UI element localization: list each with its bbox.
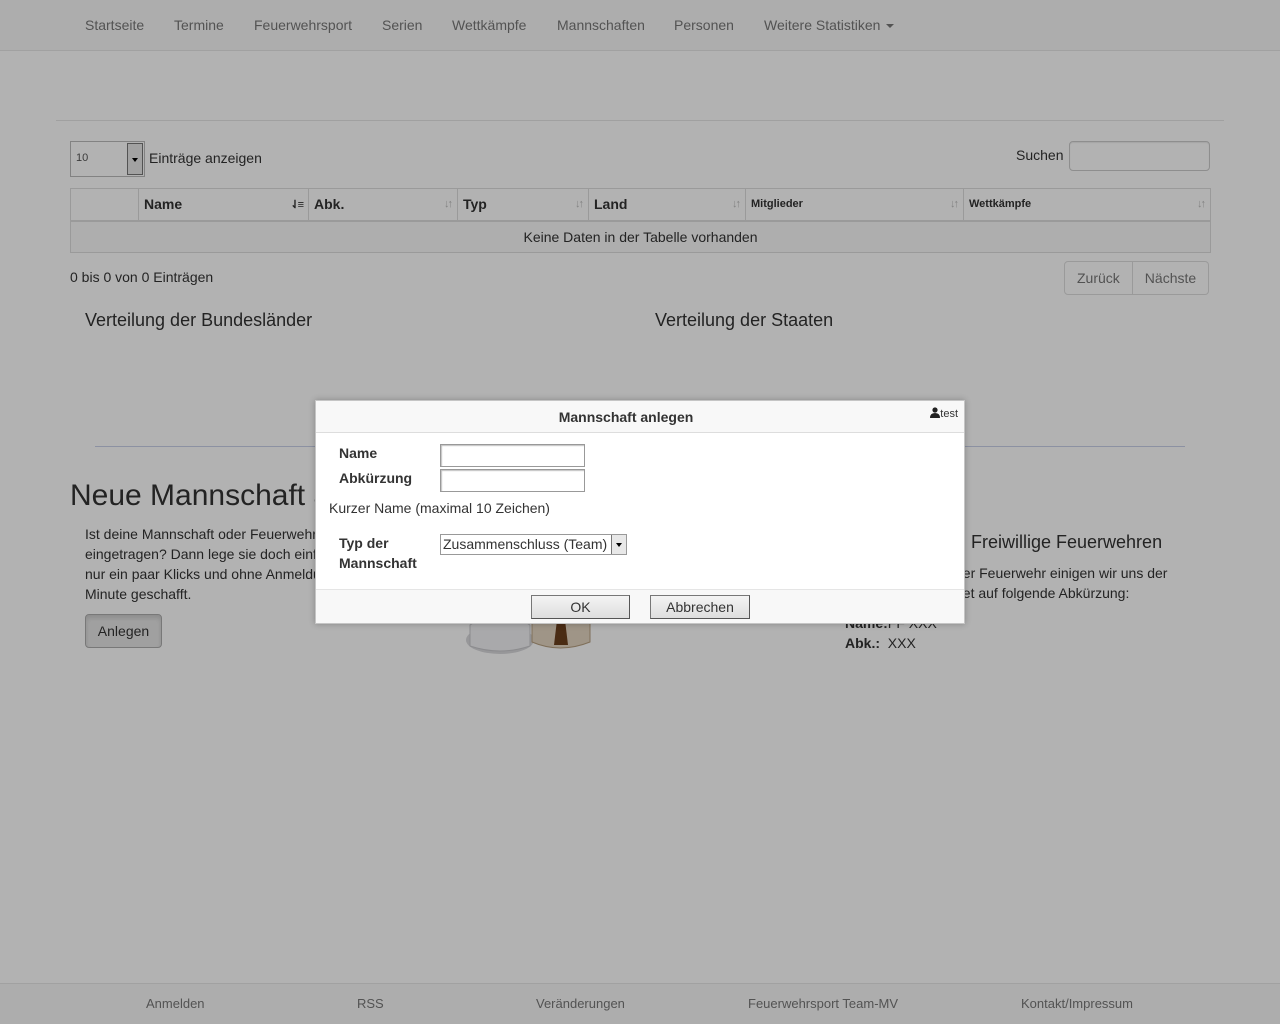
dialog-title: Mannschaft anlegen [558, 409, 694, 425]
team-type-select[interactable]: Zusammenschluss (Team) [440, 534, 627, 555]
dialog-user-button[interactable]: test [930, 406, 958, 420]
abk-field-label: Abkürzung [339, 470, 413, 486]
team-type-value: Zusammenschluss (Team) [443, 536, 608, 552]
name-field[interactable] [440, 444, 585, 467]
dialog-buttonbar: OK Abbrechen [316, 589, 964, 623]
cancel-button[interactable]: Abbrechen [650, 595, 750, 619]
type-field-label: Typ der Mannschaft [339, 535, 417, 571]
user-icon [930, 407, 941, 418]
ok-button[interactable]: OK [531, 595, 630, 619]
name-field-label: Name [339, 445, 378, 461]
dialog-user-label: test [940, 408, 958, 420]
dropdown-arrow-icon [611, 535, 626, 554]
create-team-dialog: Mannschaft anlegen test Name Abkürzung K… [315, 400, 965, 624]
abk-hint: Kurzer Name (maximal 10 Zeichen) [329, 500, 550, 516]
abk-field[interactable] [440, 469, 585, 492]
dialog-titlebar: Mannschaft anlegen test [316, 401, 964, 433]
